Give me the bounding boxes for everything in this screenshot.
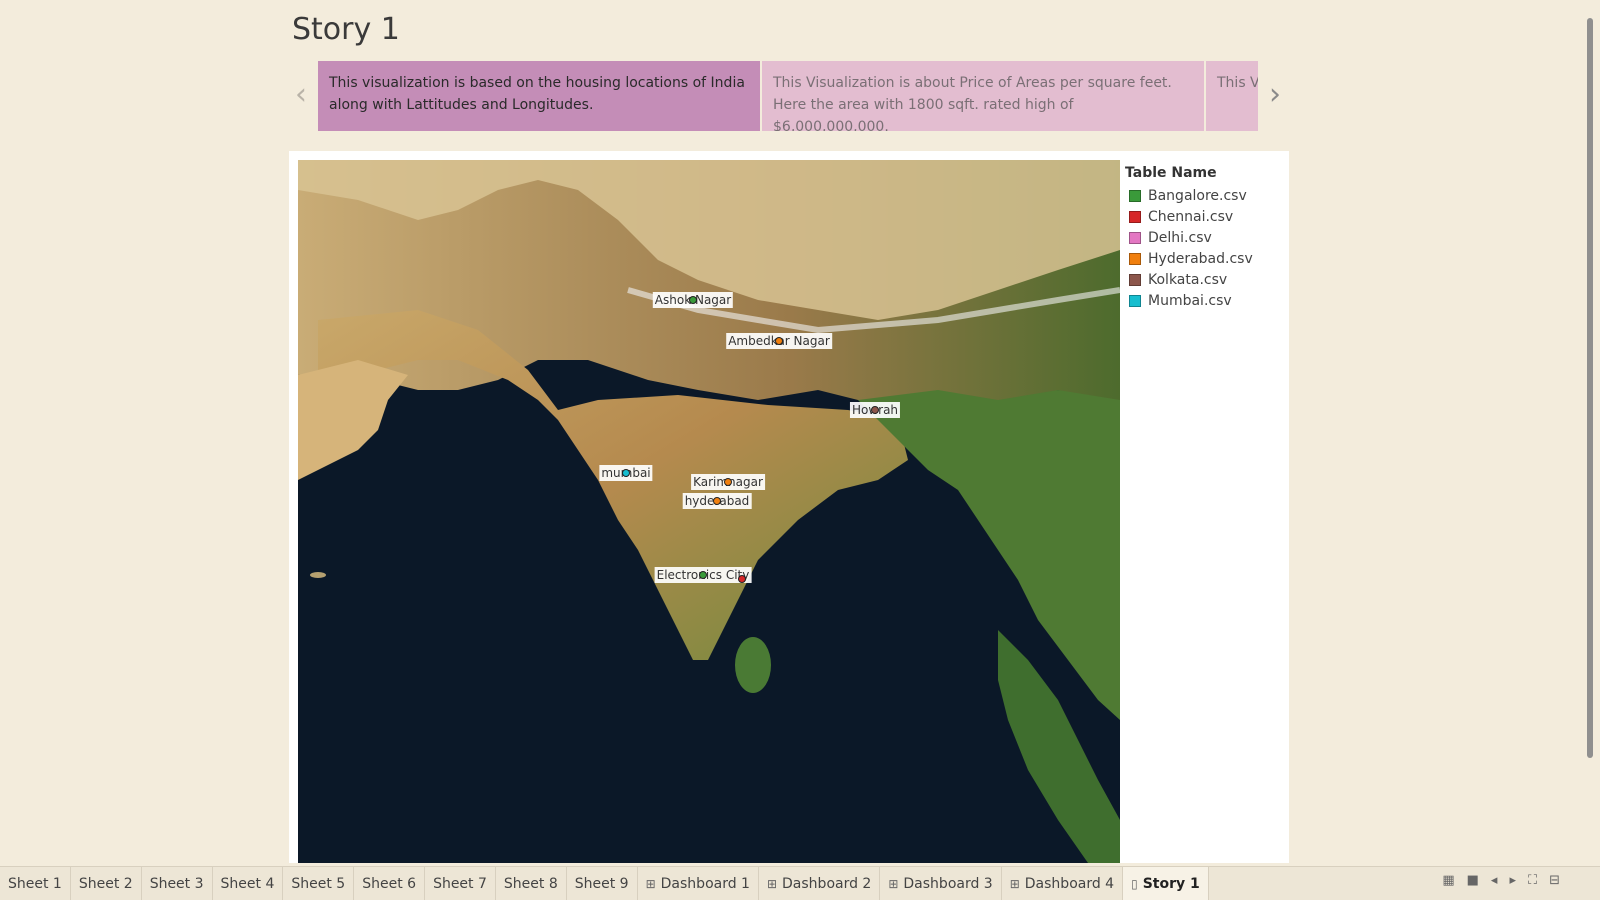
tab-label: Sheet 5 <box>291 875 346 892</box>
screen-icon[interactable]: ⊟ <box>1549 873 1560 888</box>
map-point-ambedkar-nagar[interactable] <box>775 337 783 345</box>
dashboard-icon: ⊞ <box>766 876 778 891</box>
tab-sheet-1[interactable]: Sheet 1 <box>0 867 71 900</box>
legend-item-hyderabad[interactable]: Hyderabad.csv <box>1125 248 1285 269</box>
story-points-strip: This visualization is based on the housi… <box>318 61 1258 131</box>
tab-label: Sheet 2 <box>78 875 133 892</box>
legend-item-kolkata[interactable]: Kolkata.csv <box>1125 269 1285 290</box>
tab-dashboard-3[interactable]: ⊞ Dashboard 3 <box>880 867 1002 900</box>
previous-sheet-icon[interactable]: ◂ <box>1491 873 1498 888</box>
tab-sheet-9[interactable]: Sheet 9 <box>567 867 638 900</box>
tab-sheet-6[interactable]: Sheet 6 <box>354 867 426 900</box>
tab-label: Sheet 4 <box>220 875 275 892</box>
tab-label: Sheet 3 <box>149 875 204 892</box>
map-point-ashok-nagar[interactable] <box>689 296 697 304</box>
legend-item-chennai[interactable]: Chennai.csv <box>1125 206 1285 227</box>
legend-label: Chennai.csv <box>1148 208 1234 225</box>
map-point-hyderabad[interactable] <box>713 497 721 505</box>
tab-sheet-5[interactable]: Sheet 5 <box>283 867 355 900</box>
legend-swatch <box>1129 294 1141 307</box>
show-filmstrip-icon[interactable]: ■ <box>1467 873 1479 888</box>
tab-sheet-3[interactable]: Sheet 3 <box>142 867 213 900</box>
tab-dashboard-1[interactable]: ⊞ Dashboard 1 <box>638 867 759 900</box>
dashboard-icon: ⊞ <box>888 876 899 891</box>
legend-swatch <box>1129 252 1141 265</box>
map-point-howrah[interactable] <box>871 406 879 414</box>
map-point-electronics-city[interactable] <box>699 571 707 579</box>
story-point-2[interactable]: This Visualization is about Price of Are… <box>762 61 1204 131</box>
legend-label: Kolkata.csv <box>1148 271 1228 288</box>
next-sheet-icon[interactable]: ▸ <box>1509 873 1516 888</box>
map-point-karimnagar[interactable] <box>724 478 732 486</box>
legend-label: Mumbai.csv <box>1148 292 1232 309</box>
legend-item-delhi[interactable]: Delhi.csv <box>1125 227 1285 248</box>
map-point-mumbai[interactable] <box>622 469 630 477</box>
tab-label: Sheet 9 <box>574 875 629 892</box>
legend-label: Bangalore.csv <box>1148 187 1247 204</box>
legend-swatch <box>1129 189 1141 202</box>
chevron-right-icon[interactable]: › <box>1265 80 1285 110</box>
chevron-left-icon[interactable]: ‹ <box>291 80 311 110</box>
status-bar-icons: ▦ ■ ◂ ▸ ⛶ ⊟ <box>1442 873 1560 888</box>
map-point-chennai[interactable] <box>738 575 746 583</box>
tab-label: Dashboard 2 <box>782 875 872 892</box>
dashboard-icon: ⊞ <box>645 876 656 891</box>
tab-label: Sheet 6 <box>362 875 417 892</box>
tab-story-1[interactable]: ▯ Story 1 <box>1123 867 1209 900</box>
satellite-map[interactable]: Ashok Nagar Ambedkar Nagar Howrah mumbai… <box>298 160 1120 863</box>
story-point-3[interactable]: This V Rainw <box>1206 61 1258 131</box>
tab-label: Dashboard 3 <box>903 875 993 892</box>
legend-title: Table Name <box>1125 165 1217 181</box>
legend-swatch <box>1129 210 1141 223</box>
legend-item-bangalore[interactable]: Bangalore.csv <box>1125 185 1285 206</box>
tab-sheet-4[interactable]: Sheet 4 <box>213 867 284 900</box>
dashboard-icon: ⊞ <box>1009 876 1020 891</box>
legend-swatch <box>1129 231 1141 244</box>
tab-label: Sheet 8 <box>503 875 558 892</box>
tab-sheet-7[interactable]: Sheet 7 <box>425 867 496 900</box>
tab-sheet-2[interactable]: Sheet 2 <box>71 867 142 900</box>
map-background <box>298 160 1120 863</box>
tab-label: Sheet 1 <box>8 875 62 892</box>
legend-label: Delhi.csv <box>1148 229 1212 246</box>
legend-item-mumbai[interactable]: Mumbai.csv <box>1125 290 1285 311</box>
tab-label: Story 1 <box>1142 875 1200 892</box>
tab-label: Sheet 7 <box>433 875 487 892</box>
tab-dashboard-2[interactable]: ⊞ Dashboard 2 <box>759 867 881 900</box>
tab-label: Dashboard 1 <box>660 875 750 892</box>
presentation-mode-icon[interactable]: ⛶ <box>1528 873 1537 888</box>
legend: Table Name Bangalore.csv Chennai.csv Del… <box>1125 165 1285 311</box>
story-title: Story 1 <box>292 12 400 47</box>
tab-dashboard-4[interactable]: ⊞ Dashboard 4 <box>1002 867 1124 900</box>
legend-label: Hyderabad.csv <box>1148 250 1253 267</box>
show-sheet-sorter-icon[interactable]: ▦ <box>1442 873 1454 888</box>
tab-sheet-8[interactable]: Sheet 8 <box>496 867 567 900</box>
sheet-tab-bar: Sheet 1 Sheet 2 Sheet 3 Sheet 4 Sheet 5 … <box>0 866 1600 900</box>
story-icon: ▯ <box>1131 876 1138 891</box>
scrollbar-thumb[interactable] <box>1587 18 1593 758</box>
story-point-1[interactable]: This visualization is based on the housi… <box>318 61 760 131</box>
legend-swatch <box>1129 273 1141 286</box>
tab-label: Dashboard 4 <box>1024 875 1115 892</box>
